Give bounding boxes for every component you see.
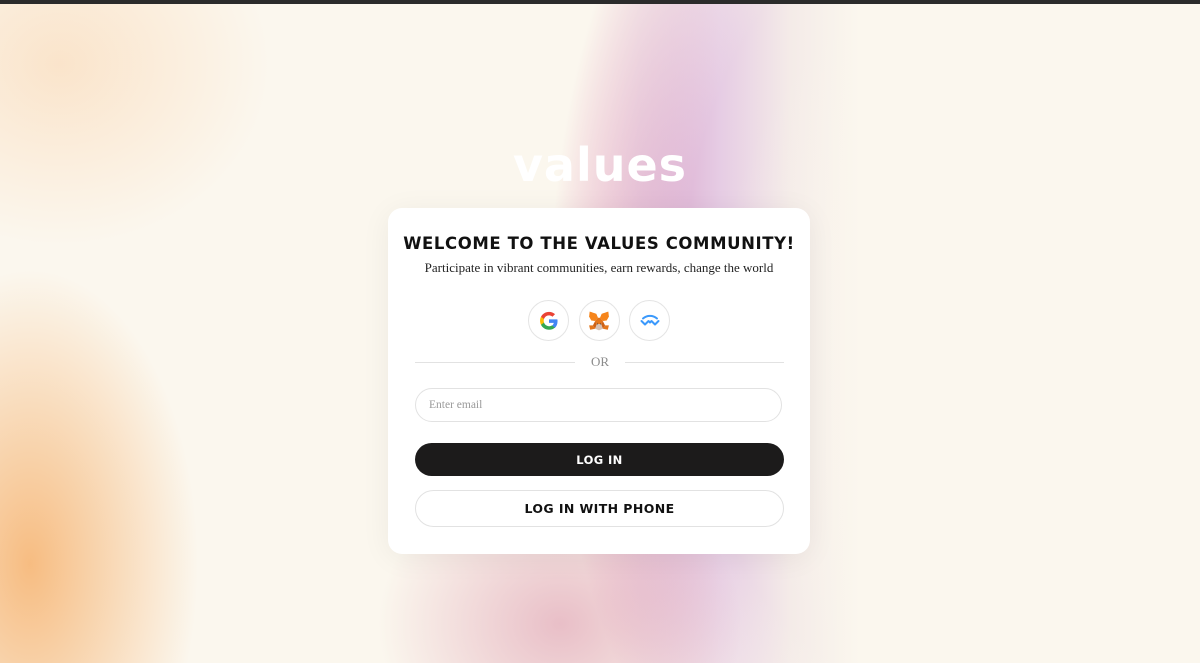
login-with-phone-button[interactable]: LOG IN WITH PHONE bbox=[415, 490, 784, 527]
email-input[interactable] bbox=[415, 388, 782, 422]
or-label: OR bbox=[590, 354, 610, 369]
login-button[interactable]: LOG IN bbox=[415, 443, 784, 476]
welcome-title: WELCOME TO THE VALUES COMMUNITY! bbox=[403, 234, 795, 253]
google-icon bbox=[539, 311, 558, 330]
social-login-row bbox=[528, 300, 670, 342]
walletconnect-login-button[interactable] bbox=[629, 300, 670, 341]
or-divider: OR bbox=[415, 354, 784, 370]
divider-line-left bbox=[415, 362, 575, 363]
walletconnect-icon bbox=[640, 314, 659, 325]
google-login-button[interactable] bbox=[528, 300, 569, 341]
divider-line-right bbox=[625, 362, 784, 363]
welcome-subtitle: Participate in vibrant communities, earn… bbox=[424, 260, 774, 275]
metamask-login-button[interactable] bbox=[578, 300, 620, 341]
values-logo: values bbox=[512, 138, 688, 192]
metamask-fox-icon bbox=[589, 311, 609, 330]
login-card: WELCOME TO THE VALUES COMMUNITY! Partici… bbox=[388, 208, 810, 554]
